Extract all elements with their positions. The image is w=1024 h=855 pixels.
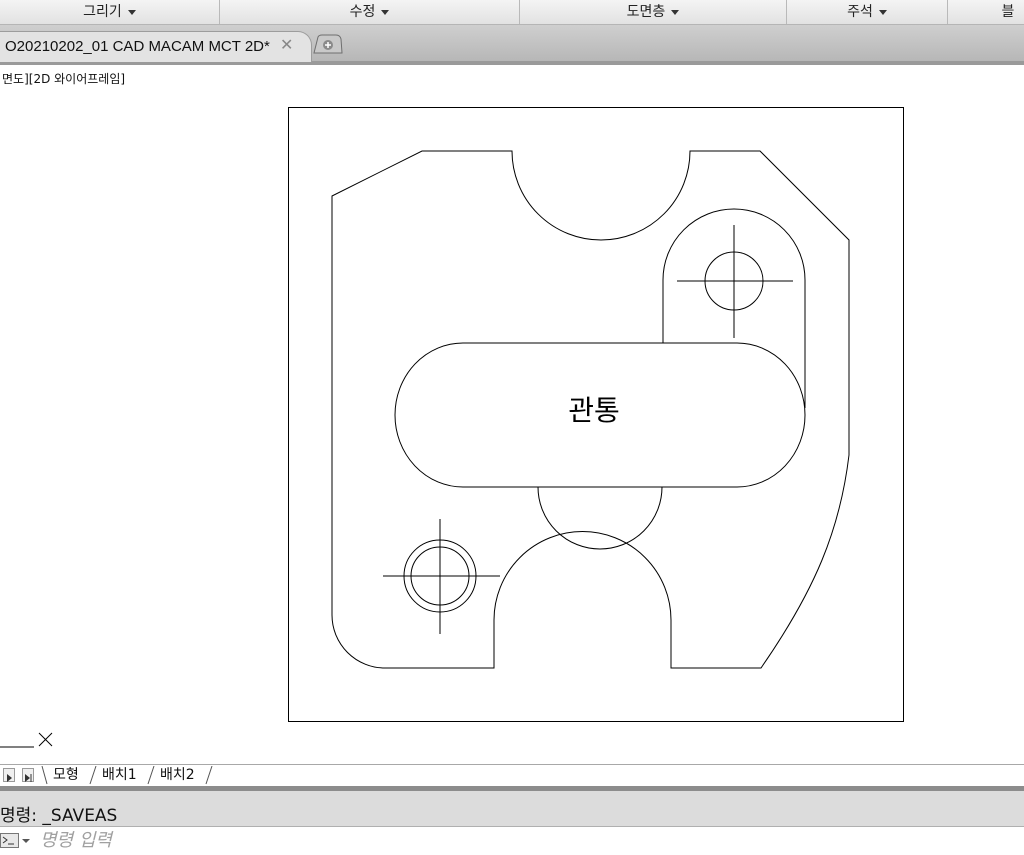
- chevron-down-icon: [127, 9, 136, 15]
- panel-annotation[interactable]: 주석: [787, 0, 948, 24]
- ribbon-panel-bar: 그리기 수정 도면층 주석 블: [0, 0, 1024, 25]
- panel-annotation-label: 주석: [847, 4, 873, 20]
- chevron-down-icon: [878, 9, 887, 15]
- chevron-down-icon: [671, 9, 680, 15]
- panel-layers[interactable]: 도면층: [520, 0, 787, 24]
- panel-draw-label: 그리기: [83, 4, 122, 20]
- panel-modify[interactable]: 수정: [220, 0, 520, 24]
- panel-block[interactable]: 블: [948, 0, 1024, 24]
- chevron-down-icon: [381, 9, 390, 15]
- drawing-canvas[interactable]: 관통: [0, 65, 1024, 725]
- ucs-icon: [0, 732, 53, 748]
- command-input-row: [0, 826, 1024, 855]
- command-prompt-icon[interactable]: [0, 832, 34, 850]
- command-input[interactable]: [40, 829, 1000, 851]
- panel-modify-label: 수정: [349, 4, 376, 20]
- command-history-text: 명령: _SAVEAS: [0, 806, 118, 826]
- panel-layers-label: 도면층: [626, 4, 666, 20]
- document-tab[interactable]: O20210202_01 CAD MACAM MCT 2D* ✕: [0, 31, 312, 62]
- panel-draw[interactable]: 그리기: [0, 0, 220, 24]
- lower-arc: [537, 486, 663, 550]
- command-history: 명령: _SAVEAS: [0, 791, 1024, 826]
- new-tab-icon[interactable]: [312, 33, 344, 55]
- center-text: 관통: [568, 394, 620, 427]
- layout-tab-dividers: [41, 766, 213, 785]
- panel-block-label: 블: [1001, 4, 1015, 20]
- close-icon[interactable]: ✕: [280, 35, 293, 55]
- document-tab-title: O20210202_01 CAD MACAM MCT 2D*: [5, 38, 270, 55]
